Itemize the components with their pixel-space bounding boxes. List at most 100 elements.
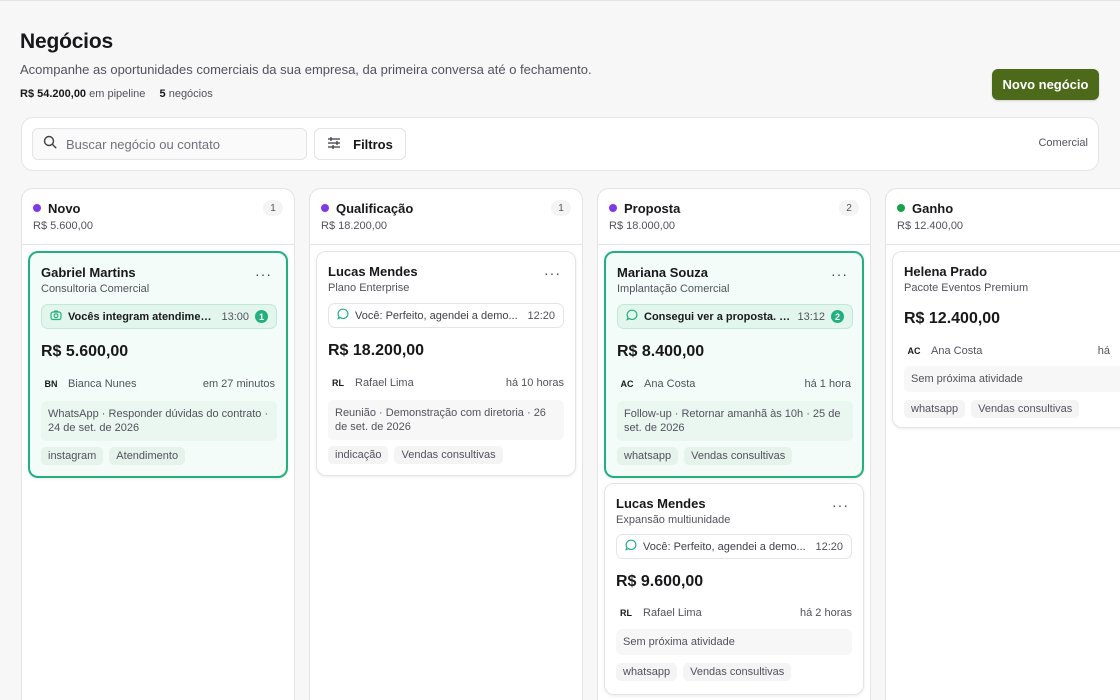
- pipeline-value: R$ 54.200,00: [20, 88, 87, 100]
- deal-contact-name: Lucas Mendes: [328, 264, 418, 279]
- next-activity: Reunião · Demonstração com diretoria · 2…: [328, 400, 564, 440]
- deal-tags: whatsapp Vendas consultivas: [616, 663, 792, 681]
- chat-bubble-icon: [337, 308, 349, 323]
- deal-amount: R$ 12.400,00: [904, 310, 1001, 327]
- deal-amount: R$ 9.600,00: [616, 573, 704, 590]
- column-header: Proposta 2 R$ 18.000,00: [598, 189, 870, 245]
- message-time: 13:12: [797, 310, 825, 323]
- tag: instagram: [41, 447, 104, 465]
- owner-avatar: RL: [332, 378, 344, 388]
- deal-owner: AC Ana Costa há 1 hora: [617, 377, 852, 391]
- tag: Vendas consultivas: [394, 446, 503, 464]
- tag: Vendas consultivas: [684, 447, 793, 465]
- column-header: Novo 1 R$ 5.600,00: [22, 189, 294, 245]
- deal-card[interactable]: Lucas Mendes Expansão multiunidade ··· V…: [604, 483, 864, 695]
- owner-avatar: RL: [620, 608, 632, 618]
- deal-card[interactable]: Helena Prado Pacote Eventos Premium R$ 1…: [892, 251, 1120, 428]
- stage-dot: [321, 204, 329, 212]
- column-novo: Novo 1 R$ 5.600,00 Gabriel Martins Consu…: [21, 188, 295, 700]
- tag: whatsapp: [616, 663, 678, 681]
- deal-title: Implantação Comercial: [617, 283, 730, 295]
- page-subtitle: Acompanhe as oportunidades comerciais da…: [20, 62, 592, 77]
- tag: Vendas consultivas: [683, 663, 792, 681]
- unread-badge: 1: [255, 310, 268, 323]
- deal-contact-name: Lucas Mendes: [616, 496, 706, 511]
- deal-title: Plano Enterprise: [328, 282, 410, 294]
- column-header: Ganho R$ 12.400,00: [886, 189, 1120, 245]
- owner-avatar: AC: [620, 379, 634, 389]
- sliders-icon: [327, 136, 341, 152]
- owner-last-activity: há: [1097, 345, 1110, 357]
- deal-tags: whatsapp Vendas consultivas: [904, 400, 1080, 418]
- owner-last-activity: há 2 horas: [800, 607, 852, 619]
- message-time: 12:20: [527, 309, 555, 322]
- last-message[interactable]: Você: Perfeito, agendei a demo... 12:20: [328, 303, 564, 328]
- deals-label: negócios: [168, 88, 213, 100]
- top-divider: [0, 0, 1120, 1]
- last-message[interactable]: Você: Perfeito, agendei a demo... 12:20: [616, 534, 852, 559]
- more-options-icon[interactable]: ···: [832, 497, 849, 513]
- pipeline-name[interactable]: Comercial: [1038, 137, 1088, 149]
- column-proposta: Proposta 2 R$ 18.000,00 Mariana Souza Im…: [597, 188, 871, 700]
- stage-dot: [33, 204, 41, 212]
- more-options-icon[interactable]: ···: [544, 265, 561, 281]
- deal-title: Pacote Eventos Premium: [904, 282, 1029, 294]
- column-total: R$ 18.200,00: [321, 220, 388, 232]
- deal-title: Consultoria Comercial: [41, 283, 150, 295]
- search-input[interactable]: [66, 136, 286, 152]
- deal-owner: AC Ana Costa há: [904, 344, 1120, 358]
- deal-contact-name: Helena Prado: [904, 264, 988, 279]
- column-count: 2: [839, 200, 859, 216]
- pipeline-label: em pipeline: [89, 88, 146, 100]
- stage-dot: [609, 204, 617, 212]
- filters-button[interactable]: Filtros: [314, 128, 406, 160]
- last-message[interactable]: Consegui ver a proposta. P... 13:12 2: [617, 304, 853, 329]
- deal-card[interactable]: Mariana Souza Implantação Comercial ··· …: [604, 251, 864, 478]
- deal-tags: instagram Atendimento: [41, 447, 186, 465]
- column-count: 1: [263, 200, 283, 216]
- deal-title: Expansão multiunidade: [616, 514, 731, 526]
- new-deal-button[interactable]: Novo negócio: [992, 69, 1099, 100]
- deal-amount: R$ 8.400,00: [617, 343, 705, 360]
- owner-name: Rafael Lima: [643, 607, 702, 619]
- message-preview: Você: Perfeito, agendei a demo...: [355, 309, 518, 322]
- column-title: Proposta: [624, 201, 681, 216]
- column-qualificacao: Qualificação 1 R$ 18.200,00 Lucas Mendes…: [309, 188, 583, 700]
- deal-amount: R$ 5.600,00: [41, 343, 129, 360]
- message-preview: Você: Perfeito, agendei a demo...: [643, 540, 806, 553]
- unread-badge: 2: [831, 310, 844, 323]
- page-title: Negócios: [20, 30, 113, 53]
- owner-name: Rafael Lima: [355, 377, 414, 389]
- search-box[interactable]: [32, 128, 307, 160]
- owner-last-activity: há 1 hora: [804, 378, 851, 390]
- tag: Atendimento: [109, 447, 186, 465]
- next-activity: Follow-up · Retornar amanhã às 10h · 25 …: [617, 401, 853, 441]
- message-time: 13:00: [221, 310, 249, 323]
- column-header: Qualificação 1 R$ 18.200,00: [310, 189, 582, 245]
- deal-owner: RL Rafael Lima há 10 horas: [328, 376, 564, 390]
- tag: whatsapp: [904, 400, 966, 418]
- owner-avatar: BN: [44, 379, 58, 389]
- next-activity: Sem próxima atividade: [904, 366, 1120, 392]
- toolbar: Filtros Comercial: [21, 117, 1099, 171]
- pipeline-stats: R$ 54.200,00 em pipeline 5 negócios: [20, 88, 1100, 100]
- column-title: Qualificação: [336, 201, 414, 216]
- more-options-icon[interactable]: ···: [255, 266, 272, 282]
- deal-tags: whatsapp Vendas consultivas: [617, 447, 793, 465]
- search-icon: [43, 135, 57, 154]
- deal-card[interactable]: Lucas Mendes Plano Enterprise ··· Você: …: [316, 251, 576, 476]
- deal-amount: R$ 18.200,00: [328, 342, 425, 359]
- deal-tags: indicação Vendas consultivas: [328, 446, 503, 464]
- owner-last-activity: há 10 horas: [505, 377, 564, 389]
- column-total: R$ 12.400,00: [897, 220, 964, 232]
- camera-icon: [50, 309, 62, 324]
- more-options-icon[interactable]: ···: [831, 266, 848, 282]
- deal-contact-name: Gabriel Martins: [41, 265, 136, 280]
- column-title: Novo: [48, 201, 81, 216]
- message-time: 12:20: [815, 540, 843, 553]
- deal-card[interactable]: Gabriel Martins Consultoria Comercial ··…: [28, 251, 288, 478]
- last-message[interactable]: Vocês integram atendiment... 13:00 1: [41, 304, 277, 329]
- tag: whatsapp: [617, 447, 679, 465]
- message-preview: Vocês integram atendiment...: [68, 310, 216, 323]
- tag: indicação: [328, 446, 389, 464]
